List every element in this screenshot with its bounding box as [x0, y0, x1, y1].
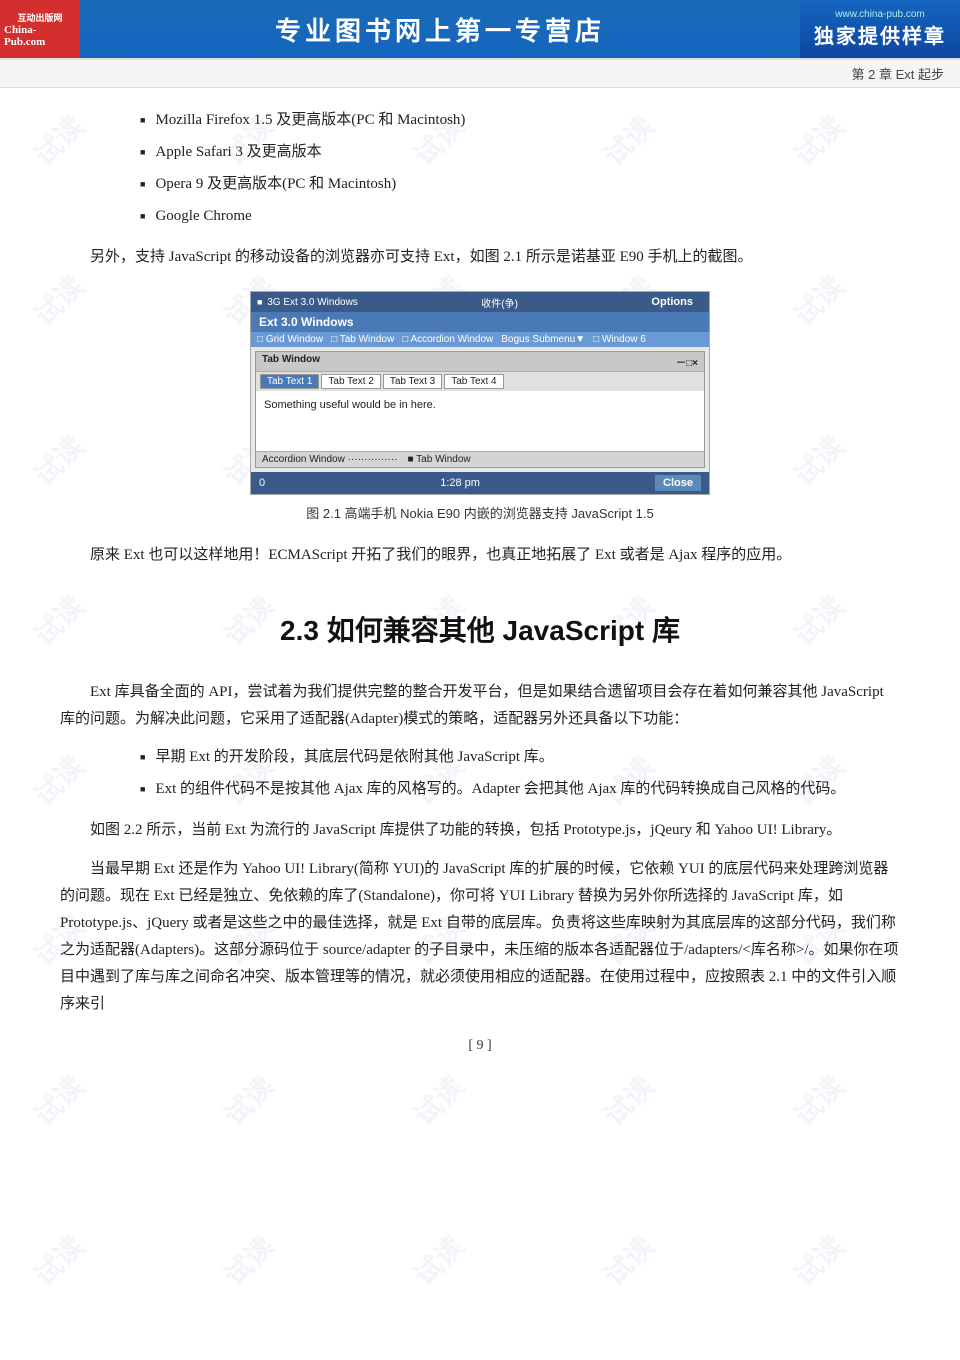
tab-2[interactable]: Tab Text 2: [321, 374, 380, 389]
tab-window: Tab Window －□× Tab Text 1 Tab Text 2 Tab…: [255, 351, 705, 468]
phone-title-text: ■ 3G Ext 3.0 Windows: [257, 297, 358, 308]
phone-screenshot: ■ 3G Ext 3.0 Windows 收件(争) Options Ext 3…: [250, 291, 710, 495]
main-content: Mozilla Firefox 1.5 及更高版本(PC 和 Macintosh…: [0, 88, 960, 1084]
accordion-item[interactable]: Accordion Window ···············: [262, 454, 398, 465]
list-item: Apple Safari 3 及更高版本: [140, 140, 900, 164]
menu-item-accordion[interactable]: □ Accordion Window: [402, 334, 493, 345]
intro-paragraph: 另外，支持 JavaScript 的移动设备的浏览器亦可支持 Ext，如图 2.…: [60, 244, 900, 271]
options-button[interactable]: Options: [641, 294, 703, 310]
tab-4[interactable]: Tab Text 4: [444, 374, 503, 389]
accordion-bar: Accordion Window ··············· ■ Tab W…: [256, 451, 704, 467]
list-item: 早期 Ext 的开发阶段，其底层代码是依附其他 JavaScript 库。: [140, 745, 900, 769]
menu-item-window6[interactable]: □ Window 6: [593, 334, 646, 345]
logo-top-text: 互动出版网: [17, 11, 62, 24]
watermark: 试读: [784, 1226, 852, 1294]
section-heading: 2.3 如何兼容其他 JavaScript 库: [60, 609, 900, 649]
sample-label: 独家提供样章: [814, 20, 946, 49]
phone-status-icon: 收件(争): [481, 295, 518, 310]
phone-menu-bar: □ Grid Window □ Tab Window □ Accordion W…: [251, 332, 709, 347]
watermark: 试读: [214, 1226, 282, 1294]
paragraph3: Ext 库具备全面的 API，尝试着为我们提供完整的整合开发平台，但是如果结合遗…: [60, 679, 900, 733]
list-item: Google Chrome: [140, 204, 900, 228]
tab-3[interactable]: Tab Text 3: [383, 374, 442, 389]
close-button[interactable]: Close: [655, 475, 701, 491]
list-item: Mozilla Firefox 1.5 及更高版本(PC 和 Macintosh…: [140, 108, 900, 132]
figure-2-1: ■ 3G Ext 3.0 Windows 收件(争) Options Ext 3…: [60, 291, 900, 522]
paragraph4: 如图 2.2 所示，当前 Ext 为流行的 JavaScript 库提供了功能的…: [60, 817, 900, 844]
menu-item-grid[interactable]: □ Grid Window: [257, 334, 323, 345]
tab-content-area: Something useful would be in here.: [256, 391, 704, 451]
phone-bottom-bar: 0 1:28 pm Close: [251, 472, 709, 494]
header-title-area: 专业图书网上第一专营店: [80, 0, 800, 58]
watermark: 试读: [404, 1226, 472, 1294]
menu-item-tab[interactable]: □ Tab Window: [331, 334, 394, 345]
header-right-area: www.china-pub.com 独家提供样章: [800, 0, 960, 58]
list-item: Opera 9 及更高版本(PC 和 Macintosh): [140, 172, 900, 196]
tab-window-header: Tab Window －□×: [256, 352, 704, 372]
list-item: Ext 的组件代码不是按其他 Ajax 库的风格写的。Adapter 会把其他 …: [140, 777, 900, 801]
logo-site-text: China-Pub.com: [4, 24, 76, 48]
tab-window-item[interactable]: ■ Tab Window: [408, 454, 471, 465]
watermark: 试读: [594, 1226, 662, 1294]
page-header: 互动出版网 China-Pub.com 专业图书网上第一专营店 www.chin…: [0, 0, 960, 60]
browser-list: Mozilla Firefox 1.5 及更高版本(PC 和 Macintosh…: [140, 108, 900, 228]
logo: 互动出版网 China-Pub.com: [0, 0, 80, 58]
figure-caption: 图 2.1 高端手机 Nokia E90 内嵌的浏览器支持 JavaScript…: [306, 503, 653, 522]
paragraph2: 原来 Ext 也可以这样地用！ECMAScript 开拓了我们的眼界，也真正地拓…: [60, 542, 900, 569]
tabs-row: Tab Text 1 Tab Text 2 Tab Text 3 Tab Tex…: [256, 372, 704, 391]
page-number: [ 9 ]: [60, 1038, 900, 1054]
site-url: www.china-pub.com: [835, 9, 924, 20]
phone-title-bar: Ext 3.0 Windows: [251, 312, 709, 332]
chapter-bar: 第 2 章 Ext 起步: [0, 60, 960, 88]
watermark: 试读: [24, 1226, 92, 1294]
site-title: 专业图书网上第一专营店: [275, 11, 605, 48]
adapter-list: 早期 Ext 的开发阶段，其底层代码是依附其他 JavaScript 库。 Ex…: [140, 745, 900, 801]
phone-status-bar: ■ 3G Ext 3.0 Windows 收件(争) Options: [251, 292, 709, 312]
menu-item-bogus[interactable]: Bogus Submenu▼: [501, 334, 585, 345]
chapter-label: 第 2 章 Ext 起步: [852, 64, 944, 83]
paragraph5: 当最早期 Ext 还是作为 Yahoo UI! Library(简称 YUI)的…: [60, 856, 900, 1018]
tab-1[interactable]: Tab Text 1: [260, 374, 319, 389]
